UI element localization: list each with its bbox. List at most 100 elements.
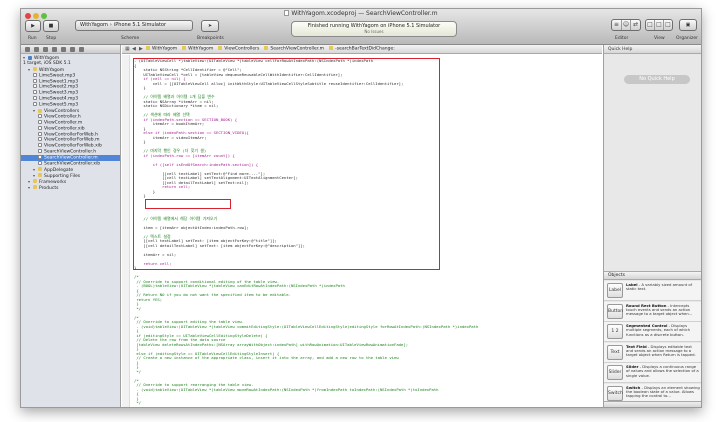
file-icon <box>38 161 42 166</box>
navigator-item[interactable]: ▾ Products <box>21 185 120 191</box>
debug-icon[interactable] <box>61 46 66 52</box>
file-icon <box>33 102 37 107</box>
source-editor[interactable]: - (UITableViewCell *)tableView:(UITableV… <box>122 55 602 407</box>
version-editor-icon[interactable]: ⇄ <box>631 20 640 30</box>
code-line: cell = [[UITableViewCell alloc] initWith… <box>134 80 404 86</box>
scheme-separator-icon: › <box>109 22 112 28</box>
folder-icon <box>38 173 42 178</box>
selection-annotation-box <box>145 199 231 209</box>
document-icon <box>284 10 290 16</box>
activity-viewer: Finished running WithYagom on iPhone 5.1… <box>291 21 457 37</box>
code-line: */ <box>134 305 142 311</box>
navigator-item-label: 1 target, iOS SDK 5.1 <box>23 60 71 66</box>
code-line: itemArr = nil; <box>134 251 177 257</box>
code-line: */ <box>134 400 142 405</box>
code-line: // 아이템 배열에서 해당 아이템 가져오기 <box>134 215 218 221</box>
file-icon <box>38 155 42 160</box>
search-icon[interactable] <box>43 46 48 52</box>
library-item-thumbnail: 1 2 <box>607 324 623 339</box>
breakpoints-label: Breakpoints <box>197 36 224 41</box>
file-icon <box>38 143 42 148</box>
jump-bar-crumb[interactable]: SearchViewController.m <box>264 46 324 52</box>
editor-mode-control[interactable]: ≡ ☺ ⇄ <box>611 19 641 31</box>
folder-icon <box>33 179 37 184</box>
quick-help-header: Quick Help <box>604 45 701 54</box>
navigator-item-label: ViewController.xib <box>44 126 85 132</box>
breakpoint-icon[interactable] <box>70 46 75 52</box>
library-item-thumbnail: Label <box>607 283 623 298</box>
scheme-target: WithYagom <box>80 22 108 28</box>
navigator-item-label: ViewControllerForWeb.xib <box>44 143 102 149</box>
navigator-item-label: LimeSweet.mp3 <box>39 73 76 79</box>
breakpoints-button[interactable]: ➤ <box>201 20 219 32</box>
scheme-label: Scheme <box>121 36 140 41</box>
library-filter-bar[interactable] <box>604 401 701 407</box>
code-line: return cell; <box>134 260 172 266</box>
navigator-selector-bar <box>21 45 120 54</box>
file-icon <box>38 149 42 154</box>
view-control[interactable]: □ □ □ <box>645 19 673 31</box>
issue-icon[interactable] <box>52 46 57 52</box>
library-item[interactable]: Label Label - A variably sized amount of … <box>604 281 701 301</box>
scheme-selector[interactable]: WithYagom › iPhone 5.1 Simulator <box>75 20 193 31</box>
library-item-text: Text Field - Displays editable text and … <box>626 344 700 358</box>
library-item[interactable]: Button Round Rect Button - Intercepts tou… <box>604 301 701 322</box>
navigator-item-label: LimeSweet3.mp3 <box>39 90 79 96</box>
project-title: WithYagom.xcodeproj <box>291 10 357 17</box>
navigator-item-label: ViewControllerForWeb.m <box>44 137 100 143</box>
object-library-header[interactable]: Objects <box>604 271 701 280</box>
project-navigator: ▾ WithYagom 1 target, iOS SDK 5.1 ▾ WithYago… <box>21 45 121 407</box>
jump-bar-crumb[interactable]: -searchBarTextDidChange: <box>329 46 395 52</box>
back-arrow-icon[interactable]: ◀ <box>132 46 136 52</box>
library-item-thumbnail: Text <box>607 344 623 360</box>
no-quick-help-label: No Quick Help <box>624 75 690 84</box>
window-title: WithYagom.xcodeproj — SearchViewControll… <box>21 10 701 17</box>
file-icon <box>38 131 42 136</box>
file-icon <box>38 119 42 124</box>
jump-bar-crumb[interactable]: ViewControllers <box>218 46 259 52</box>
code-line: } <box>134 85 146 90</box>
code-line: [[cell detailTextLabel] setText: [item o… <box>134 242 305 248</box>
navigator-toggle-icon[interactable]: □ <box>646 20 655 30</box>
navigator-item-label: ViewController.m <box>44 120 83 126</box>
code-line: } <box>134 139 146 144</box>
navigator-item-label: SearchViewController.h <box>44 149 97 155</box>
library-item[interactable]: Text Text Field - Displays editable text … <box>604 342 701 363</box>
code-line: - (void)tableView:(UITableView *)tableVi… <box>134 323 479 329</box>
toolbar: WithYagom.xcodeproj — SearchViewControll… <box>21 9 701 45</box>
code-line: if ([self isEndOfSearch:indexPath.sectio… <box>134 161 259 167</box>
forward-arrow-icon[interactable]: ▶ <box>139 46 143 52</box>
code-line: if (indexPath.row == [itemArr count]) { <box>134 152 235 158</box>
run-button[interactable]: ▶ <box>25 20 41 32</box>
code-line: - (UITableViewCell *)tableView:(UITableV… <box>134 58 373 63</box>
utility-toggle-icon[interactable]: □ <box>664 20 672 30</box>
library-item-thumbnail: Switch <box>607 385 623 401</box>
stop-button[interactable]: ■ <box>43 20 59 32</box>
file-icon <box>38 113 42 118</box>
library-item[interactable]: 1 2 Segmented Control - Displays multiple… <box>604 322 701 342</box>
file-tree: ▾ WithYagom 1 target, iOS SDK 5.1 ▾ WithYago… <box>21 54 120 191</box>
file-icon <box>33 90 37 95</box>
code-line: - (BOOL)tableView:(UITableView *)tableVi… <box>134 283 345 288</box>
code-line: - (void)tableView:(UITableView *)tableVi… <box>134 386 439 392</box>
jump-bar-crumb[interactable]: WithYagom <box>182 46 213 52</box>
symbol-icon[interactable] <box>34 46 39 52</box>
debug-toggle-icon[interactable]: □ <box>655 20 664 30</box>
jump-bar-crumb[interactable]: WithYagom <box>146 46 177 52</box>
scheme-device: iPhone 5.1 Simulator <box>113 22 167 28</box>
library-item[interactable]: Slider Slider - Displays a continuous ran… <box>604 363 701 383</box>
library-item-text: Switch - Displays an element showing the… <box>626 385 700 399</box>
standard-editor-icon[interactable]: ≡ <box>612 20 622 30</box>
organizer-button[interactable]: ▣ <box>679 19 697 31</box>
library-item-text: Segmented Control - Displays multiple se… <box>626 323 700 337</box>
related-items-icon[interactable]: ▦ <box>125 46 130 52</box>
navigator-item-label: LimeSweet5.mp3 <box>39 102 79 108</box>
assistant-editor-icon[interactable]: ☺ <box>622 20 632 30</box>
library-item-text: Slider - Displays a continuous range of … <box>626 364 700 378</box>
xcode-window: WithYagom.xcodeproj — SearchViewControll… <box>20 8 702 408</box>
folder-icon[interactable] <box>25 46 30 52</box>
activity-issues: No Issues <box>364 29 384 34</box>
navigator-item-label: ViewControllerForWeb.h <box>44 132 98 138</box>
code-line: item = [itemArr objectAtIndex:indexPath.… <box>134 224 249 230</box>
log-icon[interactable] <box>79 46 84 52</box>
